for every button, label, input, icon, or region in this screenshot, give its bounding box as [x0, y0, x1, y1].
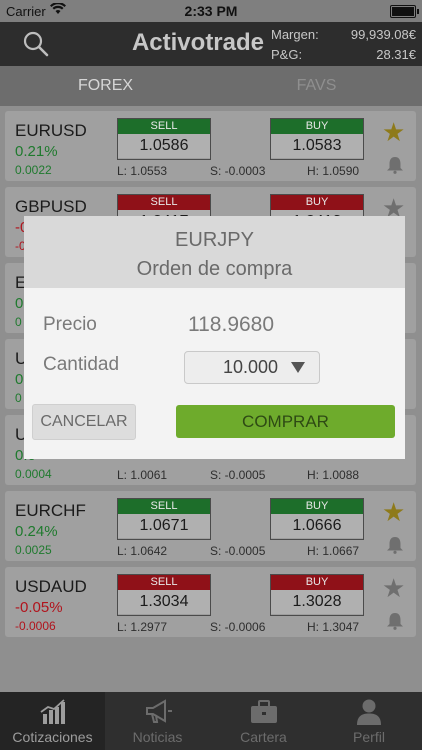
- star-icon[interactable]: ★: [382, 575, 405, 601]
- low-value: L: 1.0553: [117, 164, 168, 178]
- sell-price: 1.0586: [118, 134, 210, 158]
- pct-change: 0: [15, 371, 24, 388]
- top-navbar: Activotrade Margen: 99,939.08€ P&G: 28.31€: [0, 22, 422, 66]
- buy-label: BUY: [271, 119, 363, 134]
- pct-change: 0: [15, 295, 24, 312]
- briefcase-icon: [249, 698, 279, 726]
- high-value: H: 1.3047: [307, 620, 360, 634]
- quote-row-eurchf[interactable]: EURCHF 0.24% 0.0025 SELL 1.0671 BUY 1.06…: [5, 491, 416, 561]
- low-value: L: 1.2977: [117, 620, 168, 634]
- quantity-select[interactable]: 10.000: [184, 351, 320, 384]
- buy-label: BUY: [271, 499, 363, 514]
- spread-value: S: -0.0003: [210, 164, 266, 178]
- tab-forex[interactable]: FOREX: [0, 66, 211, 106]
- tab-portfolio[interactable]: Cartera: [211, 692, 316, 750]
- price-label: Precio: [43, 314, 97, 335]
- quantity-label: Cantidad: [43, 354, 120, 375]
- pl-value: 28.31€: [376, 47, 416, 62]
- pct-change: -0.05%: [15, 599, 63, 616]
- quote-row-usdaud[interactable]: USDAUD -0.05% -0.0006 SELL 1.3034 BUY 1.…: [5, 567, 416, 637]
- bell-icon[interactable]: [385, 536, 405, 554]
- dialog-symbol: EURJPY: [175, 229, 254, 251]
- sell-price: 1.3034: [118, 590, 210, 614]
- buy-price: 1.0666: [271, 514, 363, 538]
- quote-row-eurusd[interactable]: EURUSD 0.21% 0.0022 SELL 1.0586 BUY 1.05…: [5, 111, 416, 181]
- buy-price: 1.3028: [271, 590, 363, 614]
- bell-icon[interactable]: [385, 156, 405, 174]
- buy-button[interactable]: BUY 1.0583: [270, 118, 364, 160]
- tab-profile[interactable]: Perfil: [316, 692, 422, 750]
- chart-icon: [38, 698, 68, 726]
- margin-label: Margen:: [271, 27, 319, 42]
- spread-value: S: -0.0005: [210, 544, 266, 558]
- clock: 2:33 PM: [184, 3, 238, 19]
- star-icon[interactable]: ★: [382, 499, 405, 525]
- tab-news[interactable]: Noticias: [105, 692, 210, 750]
- pct-change: 0.24%: [15, 523, 58, 540]
- buy-confirm-button[interactable]: COMPRAR: [176, 405, 395, 438]
- sell-label: SELL: [118, 499, 210, 514]
- battery-icon: [390, 5, 419, 18]
- pct-change: 0.21%: [15, 143, 58, 160]
- low-value: L: 1.0642: [117, 544, 168, 558]
- symbol: EURUSD: [15, 121, 87, 140]
- abs-change: 0: [15, 315, 22, 329]
- star-icon[interactable]: ★: [382, 119, 405, 145]
- tab-label: Cartera: [240, 729, 287, 745]
- sell-label: SELL: [118, 119, 210, 134]
- search-icon[interactable]: [22, 30, 50, 58]
- buy-label: BUY: [271, 575, 363, 590]
- user-icon: [354, 698, 384, 726]
- abs-change: 0.0004: [15, 467, 52, 481]
- high-value: H: 1.0590: [307, 164, 360, 178]
- abs-change: 0: [15, 391, 22, 405]
- low-value: L: 1.0061: [117, 468, 168, 482]
- abs-change: 0.0022: [15, 163, 52, 177]
- sell-button[interactable]: SELL 1.0671: [117, 498, 211, 540]
- segment-bar: FOREX FAVS: [0, 66, 422, 106]
- sell-price: 1.0671: [118, 514, 210, 538]
- dialog-header: EURJPY Orden de compra: [24, 216, 405, 288]
- spread-value: S: -0.0006: [210, 620, 266, 634]
- margin-value: 99,939.08€: [350, 27, 416, 42]
- high-value: H: 1.0088: [307, 468, 360, 482]
- sell-button[interactable]: SELL 1.3034: [117, 574, 211, 616]
- price-value: 118.9680: [188, 313, 275, 336]
- abs-change: 0.0025: [15, 543, 52, 557]
- tab-label: Cotizaciones: [12, 729, 93, 745]
- chevron-down-icon: [291, 362, 305, 373]
- dialog-subtitle: Orden de compra: [136, 258, 293, 280]
- bell-icon[interactable]: [385, 612, 405, 630]
- app-title: Activotrade: [131, 29, 265, 56]
- sell-label: SELL: [118, 575, 210, 590]
- buy-button[interactable]: BUY 1.3028: [270, 574, 364, 616]
- tab-label: Perfil: [353, 729, 385, 745]
- account-metrics: Margen: 99,939.08€ P&G: 28.31€: [271, 25, 416, 65]
- status-bar: Carrier 2:33 PM: [0, 0, 422, 22]
- sell-button[interactable]: SELL 1.0586: [117, 118, 211, 160]
- symbol: USDAUD: [15, 577, 87, 596]
- megaphone-icon: [143, 698, 173, 726]
- high-value: H: 1.0667: [307, 544, 360, 558]
- spread-value: S: -0.0005: [210, 468, 266, 482]
- bottom-tabbar: Cotizaciones Noticias Cartera Perfil: [0, 692, 422, 750]
- tab-label: Noticias: [132, 729, 183, 745]
- tab-quotes[interactable]: Cotizaciones: [0, 692, 105, 750]
- symbol: GBPUSD: [15, 197, 87, 216]
- buy-label: BUY: [271, 195, 363, 210]
- cancel-button[interactable]: CANCELAR: [32, 404, 136, 440]
- abs-change: -0.0006: [15, 619, 56, 633]
- tab-favs[interactable]: FAVS: [211, 66, 422, 106]
- buy-order-dialog: EURJPY Orden de compra Precio 118.9680 C…: [24, 216, 405, 459]
- sell-label: SELL: [118, 195, 210, 210]
- pl-label: P&G:: [271, 47, 303, 62]
- buy-price: 1.0583: [271, 134, 363, 158]
- buy-button[interactable]: BUY 1.0666: [270, 498, 364, 540]
- symbol: EURCHF: [15, 501, 86, 520]
- quantity-value: 10.000: [223, 357, 279, 377]
